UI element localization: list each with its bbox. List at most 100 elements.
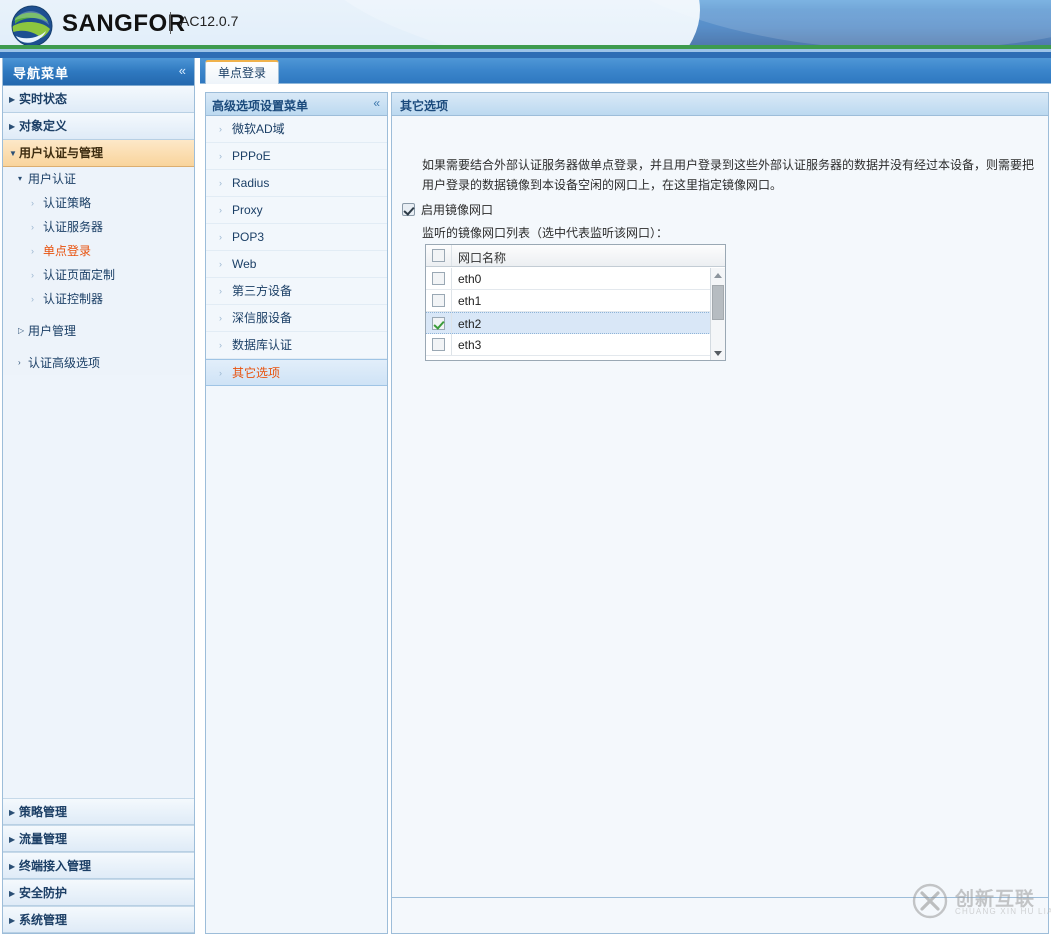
chevron-right-icon: › xyxy=(219,197,222,224)
cx-circle-logo-icon xyxy=(911,882,949,920)
chevron-right-icon: › xyxy=(219,224,222,251)
sidebar-item-auth-server[interactable]: › 认证服务器 xyxy=(3,215,194,239)
tab-label: 单点登录 xyxy=(218,66,266,80)
sidebar-item-auth-controller[interactable]: › 认证控制器 xyxy=(3,287,194,311)
submenu-item-proxy[interactable]: › Proxy xyxy=(206,197,387,224)
chevron-right-icon: › xyxy=(219,251,222,278)
sidebar-group-endpoint-access-management[interactable]: ▶ 终端接入管理 xyxy=(3,852,194,879)
submenu-item-radius[interactable]: › Radius xyxy=(206,170,387,197)
row-checkbox[interactable] xyxy=(432,272,445,285)
brand-version: AC12.0.7 xyxy=(180,13,238,29)
sidebar-item-label: 认证页面定制 xyxy=(43,268,115,282)
sidebar-group-policy-management[interactable]: ▶ 策略管理 xyxy=(3,798,194,825)
brand-name: SANGFOR xyxy=(62,9,186,39)
chevron-right-icon: › xyxy=(31,191,34,215)
sidebar-group-user-auth-management[interactable]: ▼ 用户认证与管理 xyxy=(3,140,194,167)
submenu-item-third-party-device[interactable]: › 第三方设备 xyxy=(206,278,387,305)
description-text: 如果需要结合外部认证服务器做单点登录，并且用户登录到这些外部认证服务器的数据并没… xyxy=(422,155,1042,195)
tab-strip: 单点登录 xyxy=(200,58,1051,84)
chevron-right-icon: › xyxy=(219,360,222,387)
cell-port-name: eth2 xyxy=(458,317,481,331)
triangle-right-icon: ▶ xyxy=(9,799,15,826)
brand-separator xyxy=(170,12,171,34)
triangle-up-icon[interactable] xyxy=(711,268,725,282)
sidebar-group-realtime-status[interactable]: ▶ 实时状态 xyxy=(3,86,194,113)
table-scrollbar[interactable] xyxy=(710,268,725,360)
submenu-title: 高级选项设置菜单 xyxy=(212,97,308,114)
sidebar-group-label: 对象定义 xyxy=(19,119,67,133)
sangfor-globe-logo-icon xyxy=(10,4,54,48)
sidebar-item-auth-page-customize[interactable]: › 认证页面定制 xyxy=(3,263,194,287)
watermark-en-text: CHUANG XIN HU LIAN xyxy=(955,907,1051,916)
sidebar-group-system-management[interactable]: ▶ 系统管理 xyxy=(3,906,194,933)
triangle-right-icon: ▶ xyxy=(9,853,15,880)
sidebar-group-label: 实时状态 xyxy=(19,92,67,106)
content-header: 其它选项 xyxy=(392,93,1048,116)
navigation-header: 导航菜单 « xyxy=(3,58,194,86)
sidebar-section-label: 认证高级选项 xyxy=(28,356,100,370)
row-checkbox-cell xyxy=(426,268,452,289)
sidebar-group-security-protection[interactable]: ▶ 安全防护 xyxy=(3,879,194,906)
triangle-right-icon: ▶ xyxy=(9,113,15,140)
double-chevron-left-icon[interactable]: « xyxy=(373,96,380,110)
submenu-item-database-auth[interactable]: › 数据库认证 xyxy=(206,332,387,359)
sidebar-section-user-management[interactable]: ▷ 用户管理 xyxy=(3,319,194,343)
triangle-right-icon: ▶ xyxy=(9,86,15,113)
submenu-item-web[interactable]: › Web xyxy=(206,251,387,278)
sidebar-section-user-authentication[interactable]: ▾ 用户认证 xyxy=(3,167,194,191)
sidebar-spacer xyxy=(3,343,194,351)
triangle-right-icon: ▶ xyxy=(9,907,15,934)
sidebar-item-auth-policy[interactable]: › 认证策略 xyxy=(3,191,194,215)
submenu-item-pop3[interactable]: › POP3 xyxy=(206,224,387,251)
row-checkbox-cell xyxy=(426,290,452,311)
triangle-down-small-icon: ▾ xyxy=(18,167,22,191)
triangle-right-outline-icon: ▷ xyxy=(18,319,24,343)
tab-single-signon[interactable]: 单点登录 xyxy=(205,60,279,84)
chevron-right-icon: › xyxy=(219,278,222,305)
cell-port-name: eth1 xyxy=(458,294,481,308)
table-row[interactable]: eth2 xyxy=(426,312,711,334)
row-checkbox[interactable] xyxy=(432,338,445,351)
triangle-right-icon: ▶ xyxy=(9,826,15,853)
enable-mirror-port-checkbox[interactable] xyxy=(402,203,415,216)
select-all-checkbox[interactable] xyxy=(432,249,445,262)
sidebar-group-label: 策略管理 xyxy=(19,805,67,819)
row-checkbox[interactable] xyxy=(432,317,445,330)
header-checkbox-cell xyxy=(426,245,452,266)
sidebar-item-label: 单点登录 xyxy=(43,244,91,258)
triangle-down-icon: ▼ xyxy=(9,140,17,167)
double-chevron-left-icon[interactable]: « xyxy=(179,63,186,78)
sidebar-group-traffic-management[interactable]: ▶ 流量管理 xyxy=(3,825,194,852)
sidebar-section-label: 用户管理 xyxy=(28,324,76,338)
sidebar-item-single-signon[interactable]: › 单点登录 xyxy=(3,239,194,263)
submenu-item-label: Proxy xyxy=(232,203,263,217)
page-title: 其它选项 xyxy=(400,97,448,114)
chevron-right-icon: › xyxy=(219,170,222,197)
scrollbar-thumb[interactable] xyxy=(712,285,724,320)
row-checkbox-cell xyxy=(426,313,452,333)
navigation-panel: 导航菜单 « ▶ 实时状态 ▶ 对象定义 ▼ 用户认证与管理 ▾ 用户认证 › … xyxy=(2,58,195,934)
enable-mirror-port-label[interactable]: 启用镜像网口 xyxy=(421,201,493,218)
sidebar-group-label: 系统管理 xyxy=(19,913,67,927)
table-row[interactable]: eth1 xyxy=(426,290,711,312)
submenu-item-label: 其它选项 xyxy=(232,366,280,380)
chevron-right-icon: › xyxy=(31,287,34,311)
submenu-item-microsoft-ad[interactable]: › 微软AD域 xyxy=(206,116,387,143)
row-checkbox[interactable] xyxy=(432,294,445,307)
chevron-right-icon: › xyxy=(18,351,21,375)
sidebar-subtree-user-auth: ▾ 用户认证 › 认证策略 › 认证服务器 › 单点登录 › 认证页面定制 › … xyxy=(3,167,194,375)
table-row[interactable]: eth3 xyxy=(426,334,711,356)
sidebar-item-label: 认证策略 xyxy=(43,196,91,210)
column-header-port-name: 网口名称 xyxy=(458,249,506,266)
sidebar-group-object-definition[interactable]: ▶ 对象定义 xyxy=(3,113,194,140)
sidebar-section-auth-advanced-options[interactable]: › 认证高级选项 xyxy=(3,351,194,375)
navigation-title: 导航菜单 xyxy=(13,63,69,82)
chevron-right-icon: › xyxy=(219,116,222,143)
submenu-item-sangfor-device[interactable]: › 深信服设备 xyxy=(206,305,387,332)
cell-port-name: eth0 xyxy=(458,272,481,286)
table-row[interactable]: eth0 xyxy=(426,268,711,290)
submenu-item-pppoe[interactable]: › PPPoE xyxy=(206,143,387,170)
triangle-down-icon[interactable] xyxy=(711,346,725,360)
submenu-item-other-options[interactable]: › 其它选项 xyxy=(206,359,387,386)
sidebar-item-label: 认证服务器 xyxy=(43,220,103,234)
